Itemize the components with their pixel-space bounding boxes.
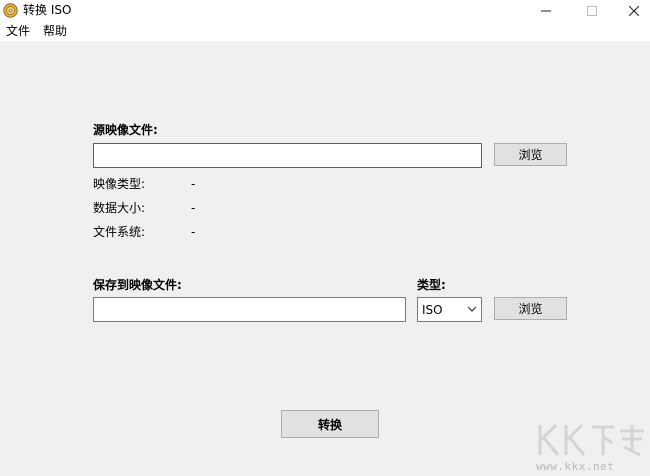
source-browse-button[interactable]: 浏览 — [494, 143, 567, 166]
file-system-label: 文件系统: — [93, 225, 146, 239]
watermark-logo — [538, 423, 644, 457]
source-heading: 源映像文件: — [93, 123, 158, 137]
window-title: 转换 ISO — [23, 3, 72, 17]
destination-browse-label: 浏览 — [518, 302, 543, 316]
source-path-input[interactable] — [93, 143, 482, 168]
close-button[interactable] — [611, 0, 650, 22]
file-system-value: - — [191, 225, 196, 239]
destination-path-input[interactable] — [93, 297, 406, 322]
data-size-value: - — [191, 201, 196, 215]
minimize-icon — [541, 10, 551, 12]
maximize-icon — [587, 6, 597, 16]
type-select[interactable]: ISO — [417, 297, 482, 322]
watermark-url: www.kkx.net — [536, 460, 615, 473]
close-icon — [629, 6, 639, 16]
type-label: 类型: — [417, 278, 446, 292]
image-type-value: - — [191, 177, 196, 191]
data-size-label: 数据大小: — [93, 201, 146, 215]
menu-bar: 文件 帮助 — [0, 22, 650, 41]
client-area: 源映像文件: 浏览 映像类型: - 数据大小: - 文件系统: - 保存到映像文… — [0, 41, 650, 476]
minimize-button[interactable] — [523, 0, 569, 22]
destination-heading: 保存到映像文件: — [93, 278, 182, 292]
destination-browse-button[interactable]: 浏览 — [494, 297, 567, 320]
menu-help[interactable]: 帮助 — [42, 24, 68, 39]
convert-button[interactable]: 转换 — [281, 410, 379, 438]
title-bar[interactable]: 转换 ISO — [0, 0, 650, 22]
type-selected-value: ISO — [422, 303, 443, 317]
image-type-label: 映像类型: — [93, 177, 146, 191]
disc-icon — [3, 3, 18, 18]
chevron-down-icon — [467, 306, 477, 312]
menu-file[interactable]: 文件 — [5, 24, 31, 39]
convert-label: 转换 — [317, 417, 342, 432]
source-browse-label: 浏览 — [518, 148, 543, 162]
maximize-button[interactable] — [569, 0, 615, 22]
